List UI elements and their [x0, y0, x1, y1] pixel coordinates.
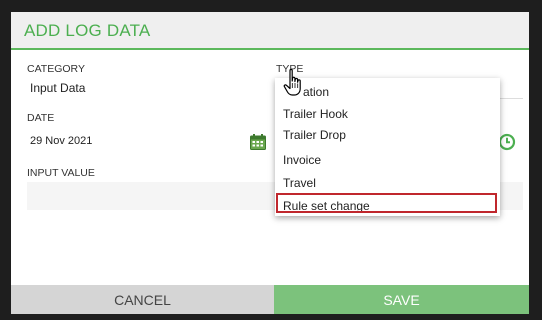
dropdown-item-label: Trailer Hook [283, 107, 348, 121]
save-button[interactable]: SAVE [274, 285, 529, 314]
dropdown-item-label: Travel [283, 176, 316, 190]
date-field[interactable]: 29 Nov 2021 [27, 128, 275, 154]
screen-frame: ADD LOG DATA CATEGORY Input Data TYPE DA… [0, 0, 542, 320]
dropdown-item-trailer-hook[interactable]: Trailer Hook [275, 103, 500, 125]
date-value: 29 Nov 2021 [30, 135, 93, 147]
input-value-label: INPUT VALUE [27, 167, 95, 179]
dialog-title: ADD LOG DATA [24, 21, 151, 40]
dropdown-item-travel[interactable]: Travel [275, 172, 500, 194]
calendar-icon[interactable] [249, 133, 267, 151]
dropdown-item-0[interactable]: ation [275, 81, 500, 103]
clock-icon[interactable] [498, 133, 516, 151]
cancel-button[interactable]: CANCEL [11, 285, 274, 314]
hand-pointer-icon [283, 68, 307, 98]
date-label: DATE [27, 112, 55, 124]
dialog-header: ADD LOG DATA [11, 12, 529, 50]
dropdown-item-trailer-drop[interactable]: Trailer Drop [275, 124, 500, 146]
dialog-footer: CANCEL SAVE [11, 285, 529, 314]
category-field[interactable]: Input Data [27, 78, 277, 98]
highlight-box [276, 193, 497, 213]
category-label: CATEGORY [27, 63, 85, 75]
category-value: Input Data [30, 81, 86, 95]
dropdown-item-label: Trailer Drop [283, 128, 346, 142]
dropdown-item-invoice[interactable]: Invoice [275, 149, 500, 171]
dropdown-item-label: Invoice [283, 153, 322, 167]
